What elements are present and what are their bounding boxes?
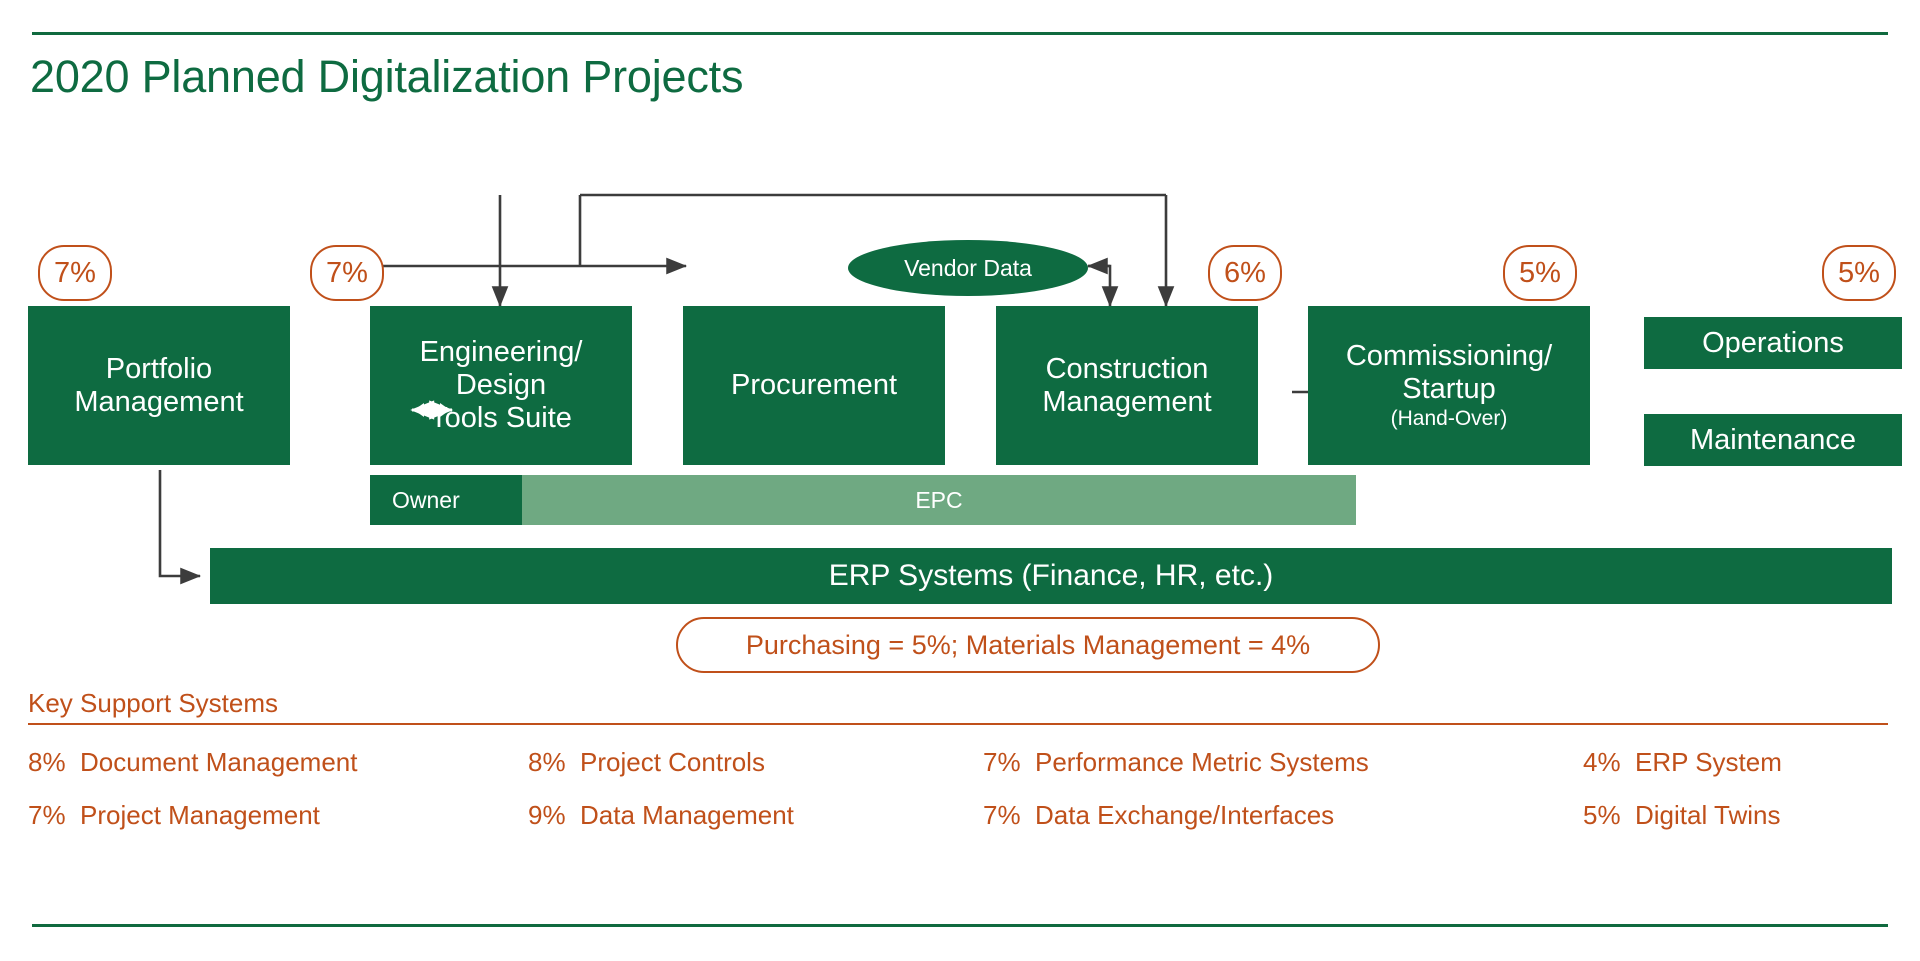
percent-badge-commissioning-startup: 5%	[1503, 245, 1577, 301]
support-item-percent: 9%	[528, 800, 566, 830]
erp-systems-bar[interactable]: ERP Systems (Finance, HR, etc.)	[210, 548, 1892, 604]
process-label-line1: Procurement	[730, 369, 897, 401]
key-support-systems-divider	[28, 723, 1888, 725]
purchasing-note-label: Purchasing = 5%; Materials Management = …	[745, 629, 1311, 660]
support-item: 7% Project Management	[28, 800, 528, 830]
process-label-line2: Design	[455, 369, 547, 401]
percent-badge-portfolio-management: 7%	[38, 245, 112, 301]
support-item: 9% Data Management	[528, 800, 983, 830]
support-item-percent: 7%	[28, 800, 66, 830]
process-box-construction-management[interactable]: Construction Management	[996, 306, 1258, 465]
process-label-line1: Commissioning/	[1345, 340, 1553, 372]
epc-segment: EPC	[522, 475, 1356, 525]
process-label-line1: Operations	[1702, 326, 1844, 359]
process-label-line2: Management	[1042, 385, 1212, 418]
percent-badge-construction-management: 6%	[1208, 245, 1282, 301]
owner-epc-band: Owner EPC	[370, 475, 1356, 525]
support-item-label: Document Management	[80, 747, 358, 777]
process-label-line1: Maintenance	[1689, 423, 1857, 456]
page-title: 2020 Planned Digitalization Projects	[30, 51, 744, 102]
percent-badge-engineering-design: 7%	[310, 245, 384, 301]
erp-systems-label: ERP Systems (Finance, HR, etc.)	[828, 559, 1274, 592]
owner-label: Owner	[392, 486, 460, 513]
bottom-divider-rule	[32, 924, 1888, 927]
process-label-line1: Construction	[1045, 352, 1209, 385]
key-support-systems-section: Key Support Systems 8% Document Manageme…	[28, 688, 1888, 830]
support-item-percent: 8%	[528, 747, 566, 777]
process-box-commissioning-startup[interactable]: Commissioning/ Startup (Hand-Over)	[1308, 306, 1590, 465]
slide-canvas: 2020 Planned Digitalization Projects 7% …	[0, 0, 1920, 961]
key-support-systems-heading: Key Support Systems	[28, 688, 278, 718]
process-label-line1: Portfolio	[105, 352, 213, 385]
epc-label: EPC	[915, 486, 963, 513]
key-support-systems-grid: 8% Document Management 8% Project Contro…	[28, 747, 1888, 830]
vendor-data-node[interactable]: Vendor Data	[848, 240, 1088, 296]
support-item-label: Digital Twins	[1635, 800, 1781, 830]
support-item-percent: 7%	[983, 800, 1021, 830]
support-item-label: Data Management	[580, 800, 794, 830]
support-item-label: Performance Metric Systems	[1035, 747, 1369, 777]
process-sublabel-hand-over: (Hand-Over)	[1390, 407, 1508, 430]
support-item: 8% Project Controls	[528, 747, 983, 777]
percent-badge-operations: 5%	[1822, 245, 1896, 301]
support-item-percent: 8%	[28, 747, 66, 777]
owner-epc-double-arrow	[410, 400, 454, 420]
support-item-percent: 4%	[1583, 747, 1621, 777]
support-item-label: Project Controls	[580, 747, 765, 777]
support-item: 4% ERP System	[1583, 747, 1883, 777]
support-item-percent: 7%	[983, 747, 1021, 777]
process-box-portfolio-management[interactable]: Portfolio Management	[28, 306, 290, 465]
support-item: 8% Document Management	[28, 747, 528, 777]
support-item: 5% Digital Twins	[1583, 800, 1883, 830]
process-label-line2: Management	[74, 385, 244, 418]
process-label-line2: Startup	[1402, 373, 1496, 405]
top-divider-rule	[32, 32, 1888, 35]
support-item-label: ERP System	[1635, 747, 1782, 777]
support-item-label: Project Management	[80, 800, 320, 830]
support-item-percent: 5%	[1583, 800, 1621, 830]
process-label-line1: Engineering/	[419, 336, 583, 368]
support-item: 7% Performance Metric Systems	[983, 747, 1583, 777]
process-box-procurement[interactable]: Procurement	[683, 306, 945, 465]
support-item: 7% Data Exchange/Interfaces	[983, 800, 1583, 830]
support-item-label: Data Exchange/Interfaces	[1035, 800, 1335, 830]
process-box-operations[interactable]: Operations	[1644, 317, 1902, 369]
process-box-engineering-design-tools-suite[interactable]: Engineering/ Design Tools Suite	[370, 306, 632, 465]
process-box-maintenance[interactable]: Maintenance	[1644, 414, 1902, 466]
purchasing-materials-note: Purchasing = 5%; Materials Management = …	[676, 617, 1380, 673]
owner-segment: Owner	[370, 475, 522, 525]
